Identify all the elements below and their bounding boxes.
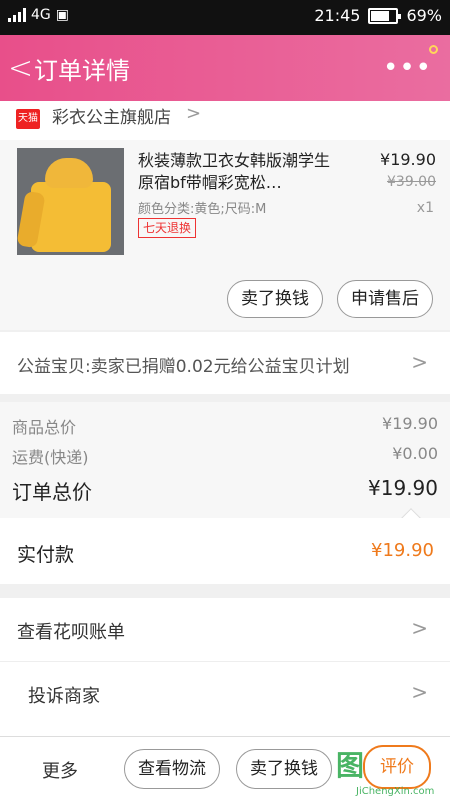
order-total-value: ¥19.90	[368, 476, 438, 500]
huabei-bill-item[interactable]: 查看花呗账单 >	[0, 598, 450, 662]
paid-row: 实付款 ¥19.90	[0, 518, 450, 584]
review-button[interactable]: 评价	[363, 745, 431, 789]
image-icon: ▣	[55, 7, 69, 23]
status-bar: 4G ▣ 21:45 69%	[0, 0, 450, 35]
sell-button-bottom[interactable]: 卖了换钱	[236, 749, 332, 789]
product-quantity: x1	[416, 200, 434, 216]
paid-value: ¥19.90	[371, 540, 434, 561]
watermark-url: JiChengXin.com	[356, 786, 435, 797]
shipping-value: ¥0.00	[392, 444, 438, 463]
page-title: 订单详情	[34, 57, 130, 85]
more-menu-icon[interactable]: •••	[383, 53, 432, 83]
network-label: 4G	[31, 7, 51, 23]
product-item[interactable]: 秋装薄款卫衣女韩版潮学生原宿bf带帽彩宽松… 颜色分类:黄色;尺码:M 七天退换…	[0, 140, 450, 330]
watermark-logo: 图	[336, 749, 365, 782]
battery-level: 69%	[406, 6, 442, 25]
return-policy-badge: 七天退换	[138, 218, 197, 238]
goods-total-value: ¥19.90	[382, 414, 438, 433]
view-logistics-button[interactable]: 查看物流	[124, 749, 220, 789]
order-total-label: 订单总价	[12, 480, 92, 504]
store-name[interactable]: 彩衣公主旗舰店	[52, 103, 171, 128]
back-icon[interactable]: <	[8, 51, 33, 86]
product-price: ¥19.90	[380, 150, 436, 169]
tmall-badge-icon: 天猫	[16, 109, 40, 129]
complain-seller-item[interactable]: 投诉商家 >	[0, 662, 450, 726]
product-image[interactable]	[17, 148, 124, 255]
chevron-right-icon: >	[186, 103, 202, 124]
paid-label: 实付款	[17, 544, 75, 566]
product-spec: 颜色分类:黄色;尺码:M	[138, 202, 267, 217]
chevron-right-icon: >	[411, 350, 428, 374]
nav-bar: < 订单详情 •••	[0, 35, 450, 101]
sell-button[interactable]: 卖了换钱	[227, 280, 323, 318]
chevron-right-icon: >	[411, 680, 428, 704]
battery-icon	[368, 7, 402, 24]
charity-row[interactable]: 公益宝贝:卖家已捐赠0.02元给公益宝贝计划 >	[0, 332, 450, 394]
signal-icon	[8, 8, 26, 22]
product-original-price: ¥39.00	[387, 174, 436, 190]
time: 21:45	[314, 6, 361, 25]
huabei-bill-label: 查看花呗账单	[17, 622, 125, 643]
charity-text: 公益宝贝:卖家已捐赠0.02元给公益宝贝计划	[17, 357, 350, 377]
chevron-right-icon: >	[411, 616, 428, 640]
more-button[interactable]: 更多	[42, 757, 78, 783]
after-sale-button[interactable]: 申请售后	[337, 280, 433, 318]
shipping-label: 运费(快递)	[12, 448, 89, 467]
complain-seller-label: 投诉商家	[28, 686, 100, 707]
notification-dot-icon	[429, 45, 438, 54]
goods-total-label: 商品总价	[12, 418, 77, 437]
menu-list: 查看花呗账单 > 投诉商家 >	[0, 598, 450, 736]
price-summary: 商品总价 ¥19.90 运费(快递) ¥0.00 订单总价 ¥19.90	[0, 402, 450, 528]
product-title[interactable]: 秋装薄款卫衣女韩版潮学生原宿bf带帽彩宽松…	[138, 150, 343, 194]
